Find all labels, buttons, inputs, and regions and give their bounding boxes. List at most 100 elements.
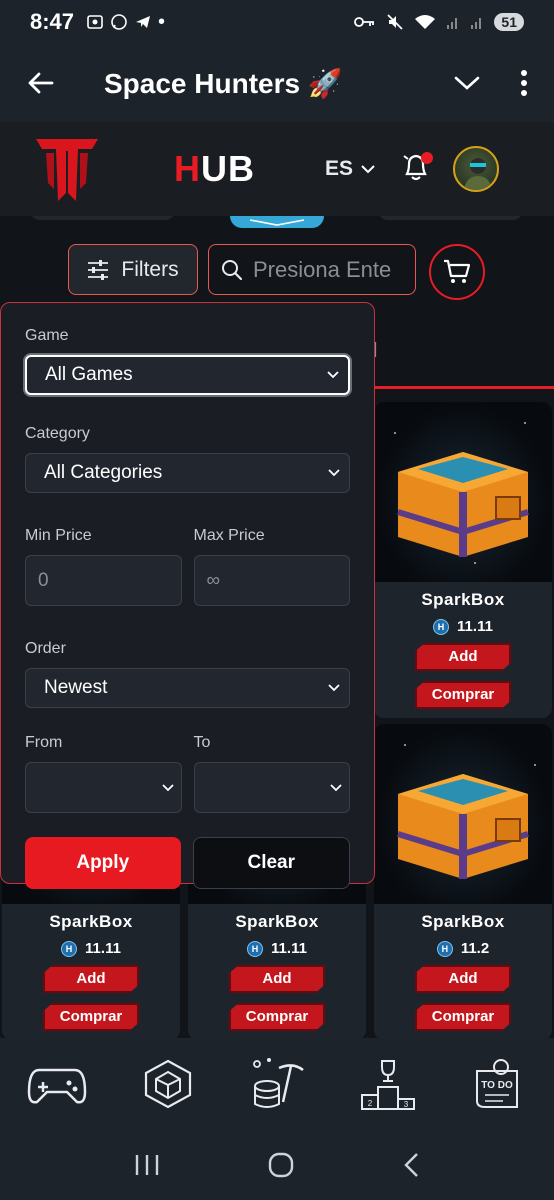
leaderboard-podium-icon[interactable]: 23	[360, 1057, 416, 1111]
game-label: Game	[25, 327, 69, 344]
from-label: From	[25, 734, 63, 751]
to-select[interactable]	[193, 762, 350, 813]
back-button[interactable]	[0, 44, 80, 122]
max-price-input[interactable]: ∞	[193, 555, 350, 606]
tab-underline	[374, 386, 554, 389]
buy-button[interactable]: Comprar	[229, 1003, 325, 1031]
product-image	[374, 724, 552, 904]
order-select[interactable]: Newest	[25, 668, 350, 708]
clear-button[interactable]: Clear	[192, 837, 350, 889]
avatar[interactable]	[453, 146, 500, 192]
filter-panel: Game All Games Category All Categories M…	[0, 302, 375, 889]
category-select[interactable]: All Categories	[25, 453, 350, 493]
apply-button[interactable]: Apply	[25, 837, 181, 889]
system-status-icons: 51	[354, 13, 524, 31]
screenshot-icon	[87, 15, 103, 29]
wifi-icon	[415, 15, 436, 29]
signal-icon-2	[471, 18, 482, 29]
app-bar: Space Hunters 🚀	[0, 44, 554, 122]
status-time: 8:47	[30, 9, 75, 34]
product-card[interactable]: SparkBox H 11.11 Add Comprar	[374, 402, 552, 718]
category-select-value: All Categories	[44, 462, 163, 483]
home-icon[interactable]	[268, 1152, 294, 1178]
search-icon	[222, 259, 243, 280]
sliders-icon	[88, 259, 109, 280]
nft-cube-icon[interactable]	[142, 1058, 194, 1110]
category-tab-strip-left[interactable]	[30, 216, 175, 220]
svg-text:2: 2	[368, 1099, 373, 1108]
product-price: H 11.11	[2, 940, 180, 957]
buy-button[interactable]: Comprar	[43, 1003, 139, 1031]
product-image	[374, 402, 552, 582]
chevron-down-icon	[328, 469, 340, 477]
add-button[interactable]: Add	[43, 965, 139, 993]
signal-icon	[447, 18, 458, 29]
system-navigation	[0, 1130, 554, 1200]
min-price-label: Min Price	[25, 527, 92, 544]
back-arrow-icon	[28, 72, 54, 94]
collapse-handle[interactable]	[230, 216, 324, 228]
price-value: 11.11	[85, 940, 121, 957]
back-nav-icon[interactable]	[402, 1152, 420, 1178]
chevron-down-icon	[330, 783, 342, 791]
svg-text:3: 3	[404, 1100, 409, 1109]
coin-icon: H	[433, 618, 450, 635]
language-selector[interactable]: ES	[325, 157, 375, 181]
brand-logo[interactable]	[32, 129, 102, 209]
recent-apps-icon[interactable]	[134, 1153, 160, 1177]
price-value: 11.11	[271, 940, 307, 957]
mute-icon	[387, 14, 404, 30]
add-button[interactable]: Add	[415, 643, 511, 671]
coin-icon: H	[61, 940, 78, 957]
language-label: ES	[325, 157, 354, 180]
category-label: Category	[25, 425, 90, 442]
search-input[interactable]	[253, 256, 413, 283]
gamepad-icon[interactable]	[27, 1062, 87, 1106]
to-label: To	[193, 734, 211, 751]
coin-icon: H	[436, 940, 453, 957]
more-options-icon[interactable]	[520, 70, 528, 96]
buy-button[interactable]: Comprar	[415, 681, 511, 709]
treasure-chest-icon	[397, 452, 529, 557]
app-title: Space Hunters 🚀	[104, 67, 343, 99]
chevron-down-icon	[327, 371, 339, 379]
product-name: SparkBox	[421, 912, 505, 931]
product-name: SparkBox	[235, 912, 319, 931]
battery-indicator: 51	[494, 13, 524, 31]
notification-badge	[421, 151, 434, 164]
whatsapp-icon	[111, 14, 127, 30]
notifications-button[interactable]	[399, 150, 434, 189]
price-value: 11.2	[460, 940, 490, 957]
product-name: SparkBox	[421, 590, 505, 609]
treasure-chest-icon	[397, 774, 529, 879]
max-price-label: Max Price	[193, 527, 265, 544]
product-price: H 11.2	[374, 940, 552, 957]
order-select-value: Newest	[44, 677, 108, 698]
game-select[interactable]: All Games	[25, 355, 350, 395]
product-price: H 11.11	[188, 940, 366, 957]
product-name: SparkBox	[49, 912, 133, 931]
filters-button[interactable]: Filters	[68, 244, 198, 295]
product-card[interactable]: SparkBox H 11.2 Add Comprar	[374, 724, 552, 1038]
chevron-down-icon[interactable]	[454, 75, 480, 91]
cart-button[interactable]	[429, 244, 485, 300]
svg-text:TO DO: TO DO	[481, 1080, 513, 1091]
search-box[interactable]	[208, 244, 416, 295]
coin-icon: H	[247, 940, 264, 957]
mining-icon[interactable]	[249, 1056, 305, 1112]
chevron-down-icon	[328, 684, 340, 692]
bottom-navigation: 23 TO DO	[0, 1038, 554, 1130]
notification-icons: •	[86, 11, 165, 34]
from-select[interactable]	[25, 762, 182, 813]
game-select-value: All Games	[45, 364, 133, 385]
add-button[interactable]: Add	[415, 965, 511, 993]
todo-list-icon[interactable]: TO DO	[471, 1057, 527, 1111]
hub-title: HUB	[174, 148, 255, 190]
chevron-down-icon	[249, 219, 305, 226]
hub-title-rest: UB	[201, 148, 255, 189]
product-price: H 11.11	[374, 618, 552, 635]
add-button[interactable]: Add	[229, 965, 325, 993]
min-price-input[interactable]: 0	[25, 555, 182, 606]
buy-button[interactable]: Comprar	[415, 1003, 511, 1031]
category-tab-strip-right[interactable]	[378, 216, 523, 220]
